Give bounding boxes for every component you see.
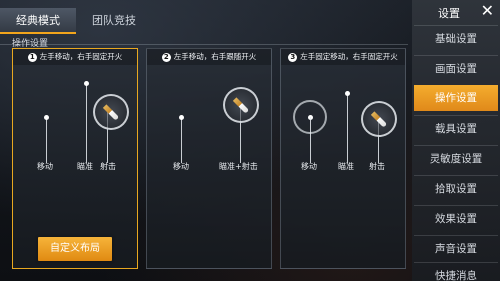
option-number-badge: 1 xyxy=(27,52,37,62)
option-number-badge: 2 xyxy=(161,52,171,62)
move-line xyxy=(310,117,311,163)
move-stick-dot xyxy=(44,115,49,120)
layout-option-header: 3 左手固定移动，右手固定开火 xyxy=(281,49,405,65)
sidebar-item-basic[interactable]: 基础设置 xyxy=(414,25,498,51)
fire-button-icon xyxy=(93,94,129,130)
sidebar-item-quick-messages[interactable]: 快捷消息 xyxy=(414,262,498,281)
sidebar-item-effects[interactable]: 效果设置 xyxy=(414,205,498,231)
aim-line xyxy=(86,83,87,163)
label-aim: 瞄准 xyxy=(338,162,354,171)
sidebar-item-controls[interactable]: 操作设置 xyxy=(414,85,498,111)
label-move: 移动 xyxy=(173,162,189,171)
fire-button-icon xyxy=(223,87,259,123)
mode-tabs: 经典模式 团队竞技 xyxy=(0,8,152,34)
option-description: 左手移动，右手固定开火 xyxy=(39,52,123,61)
label-move: 移动 xyxy=(301,162,317,171)
fire-button-icon xyxy=(361,101,397,137)
layout-option-2[interactable]: 2 左手移动，右手跟随开火 移动 瞄准+射击 xyxy=(146,48,272,269)
aim-dot xyxy=(345,91,350,96)
sidebar-item-sensitivity[interactable]: 灵敏度设置 xyxy=(414,145,498,171)
move-stick-line xyxy=(46,117,47,163)
layout-option-header: 2 左手移动，右手跟随开火 xyxy=(147,49,271,65)
divider xyxy=(0,44,408,45)
sidebar-title: 设置 xyxy=(438,7,460,20)
option-description: 左手移动，右手跟随开火 xyxy=(173,52,257,61)
aim-line xyxy=(347,93,348,163)
tab-classic-mode[interactable]: 经典模式 xyxy=(0,8,76,34)
label-fire: 射击 xyxy=(100,162,116,171)
move-stick-dot xyxy=(179,115,184,120)
sidebar-item-sound[interactable]: 声音设置 xyxy=(414,235,498,261)
label-move: 移动 xyxy=(37,162,53,171)
option-description: 左手固定移动，右手固定开火 xyxy=(300,52,398,61)
sidebar-item-graphics[interactable]: 画面设置 xyxy=(414,55,498,81)
layout-option-header: 1 左手移动，右手固定开火 xyxy=(13,49,137,65)
settings-sidebar: 设置 ✕ 基础设置 画面设置 操作设置 载具设置 灵敏度设置 拾取设置 效果设置… xyxy=(412,0,500,281)
aim-dot xyxy=(84,81,89,86)
layout-option-1[interactable]: 1 左手移动，右手固定开火 移动 瞄准 射击 自定义布局 xyxy=(12,48,138,269)
label-aim-fire: 瞄准+射击 xyxy=(219,162,258,171)
option-number-badge: 3 xyxy=(288,52,298,62)
label-aim: 瞄准 xyxy=(77,162,93,171)
label-fire: 射击 xyxy=(369,162,385,171)
move-stick-line xyxy=(181,117,182,163)
custom-layout-button[interactable]: 自定义布局 xyxy=(38,237,112,261)
layout-option-3[interactable]: 3 左手固定移动，右手固定开火 移动 瞄准 射击 xyxy=(280,48,406,269)
sidebar-item-vehicle[interactable]: 载具设置 xyxy=(414,115,498,141)
tab-team-deathmatch[interactable]: 团队竞技 xyxy=(76,8,152,34)
sidebar-item-pickup[interactable]: 拾取设置 xyxy=(414,175,498,201)
close-icon[interactable]: ✕ xyxy=(481,2,494,20)
